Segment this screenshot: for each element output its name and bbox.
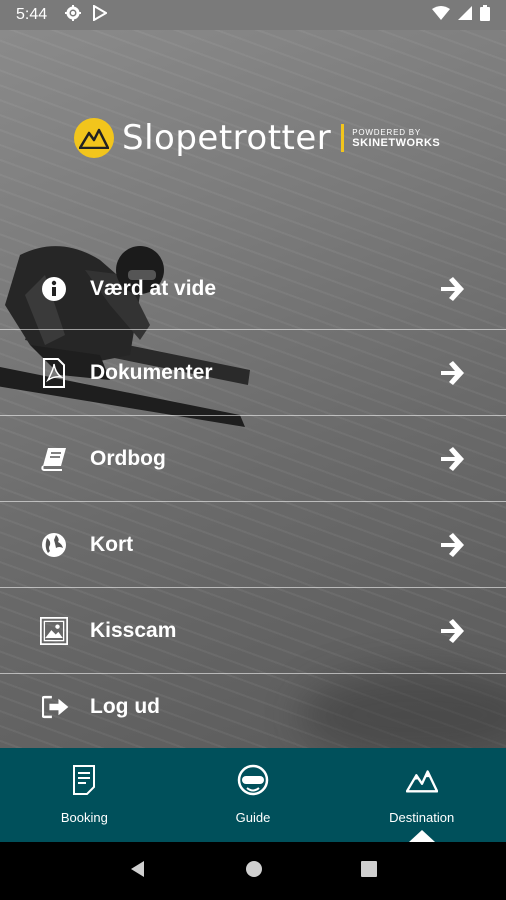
book-icon: [40, 443, 68, 475]
arrow-right-icon: [441, 446, 464, 471]
helmet-goggles-icon: [237, 764, 269, 796]
menu-item-kisscam[interactable]: Kisscam: [0, 588, 506, 674]
mountain-icon: [405, 764, 438, 796]
image-icon: [40, 615, 68, 647]
arrow-right-icon: [441, 276, 464, 301]
logo-name: Slopetrotter: [122, 118, 332, 158]
logout-label: Log ud: [90, 695, 160, 718]
wifi-icon: [432, 5, 450, 25]
pdf-document-icon: [40, 357, 68, 389]
tab-destination[interactable]: Destination: [337, 748, 506, 842]
settings-gear-icon: [65, 4, 82, 26]
menu-item-dokumenter[interactable]: Dokumenter: [0, 330, 506, 416]
signal-icon: [458, 5, 472, 25]
document-icon: [68, 764, 100, 796]
tab-booking[interactable]: Booking: [0, 748, 169, 842]
menu-item-kort[interactable]: Kort: [0, 502, 506, 588]
logo-brand: SKINETWORKS: [352, 137, 441, 149]
tab-label: Destination: [389, 810, 455, 825]
main-menu: Værd at vide Dokumenter Ordbog Kort Kiss…: [0, 248, 506, 674]
tab-label: Booking: [60, 810, 108, 825]
menu-item-label: Værd at vide: [90, 276, 217, 300]
system-nav-bar: [0, 842, 506, 900]
logout-button[interactable]: Log ud: [0, 672, 506, 742]
play-store-icon: [93, 3, 109, 26]
logout-icon: [42, 691, 70, 723]
globe-icon: [40, 529, 68, 561]
app-logo: Slopetrotter POWDERED BY SKINETWORKS: [74, 118, 440, 158]
bottom-tab-bar: Booking Guide Destination: [0, 748, 506, 842]
menu-item-label: Dokumenter: [90, 360, 213, 384]
mountain-logo-icon: [74, 118, 114, 158]
info-icon: [40, 273, 68, 305]
tab-guide[interactable]: Guide: [169, 748, 338, 842]
tab-label: Guide: [235, 810, 271, 825]
home-icon[interactable]: [244, 859, 264, 884]
menu-item-ordbog[interactable]: Ordbog: [0, 416, 506, 502]
arrow-right-icon: [441, 532, 464, 557]
menu-item-label: Kisscam: [90, 618, 177, 642]
back-icon[interactable]: [128, 859, 148, 884]
status-time: 5:44: [16, 6, 48, 23]
battery-icon: [480, 4, 490, 26]
menu-item-vaerd-at-vide[interactable]: Værd at vide: [0, 248, 506, 330]
status-bar: 5:44: [0, 0, 506, 30]
active-tab-indicator: [408, 830, 435, 842]
arrow-right-icon: [441, 618, 464, 643]
menu-item-label: Kort: [90, 532, 134, 556]
menu-item-label: Ordbog: [90, 446, 166, 470]
arrow-right-icon: [441, 360, 464, 385]
recents-icon[interactable]: [360, 860, 378, 883]
